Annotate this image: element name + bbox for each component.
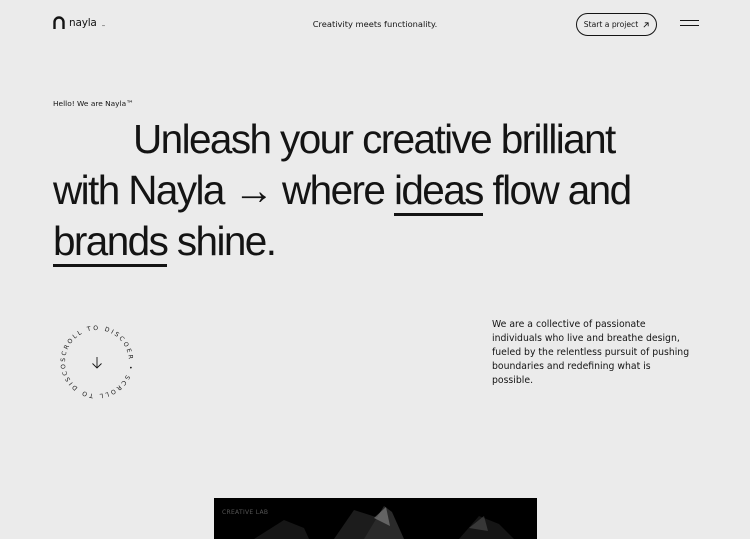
hamburger-menu-icon[interactable] (680, 20, 699, 26)
hero-media: CREATIVE LAB (214, 498, 537, 539)
headline-line-1: Unleash your creative brilliant (133, 116, 616, 162)
scroll-ring: SCROLL TO DISCOER • SCROLL TO DISCOER • (55, 318, 134, 399)
hero-intro: Hello! We are Nayla™ (53, 99, 134, 108)
menu-line (680, 25, 699, 26)
headline-line-3: brands shine. (53, 216, 713, 267)
headline-brands-link[interactable]: brands (53, 218, 169, 267)
start-project-label: Start a project (583, 20, 639, 29)
about-text: We are a collective of passionate indivi… (492, 319, 690, 386)
headline-text: shine. (167, 218, 277, 264)
headline-text: with Nayla → where (53, 167, 394, 213)
media-label: CREATIVE LAB (222, 509, 269, 516)
arrow-up-right-icon (643, 21, 649, 27)
scroll-to-discover-button[interactable]: SCROLL TO DISCOER • SCROLL TO DISCOER • (55, 318, 136, 401)
headline-ideas-link[interactable]: ideas (393, 167, 484, 216)
hero-headline: Unleash your creative brilliant with Nay… (53, 114, 713, 267)
arrow-down-icon (92, 357, 102, 369)
start-project-button[interactable]: Start a project (576, 13, 657, 36)
headline-line-2: with Nayla → where ideas flow and (53, 165, 713, 216)
media-image (214, 498, 537, 539)
menu-line (680, 20, 699, 21)
scroll-ring-text: SCROLL TO DISCOER • SCROLL TO DISCOER • (58, 323, 134, 399)
headline-text: flow and (482, 167, 632, 213)
